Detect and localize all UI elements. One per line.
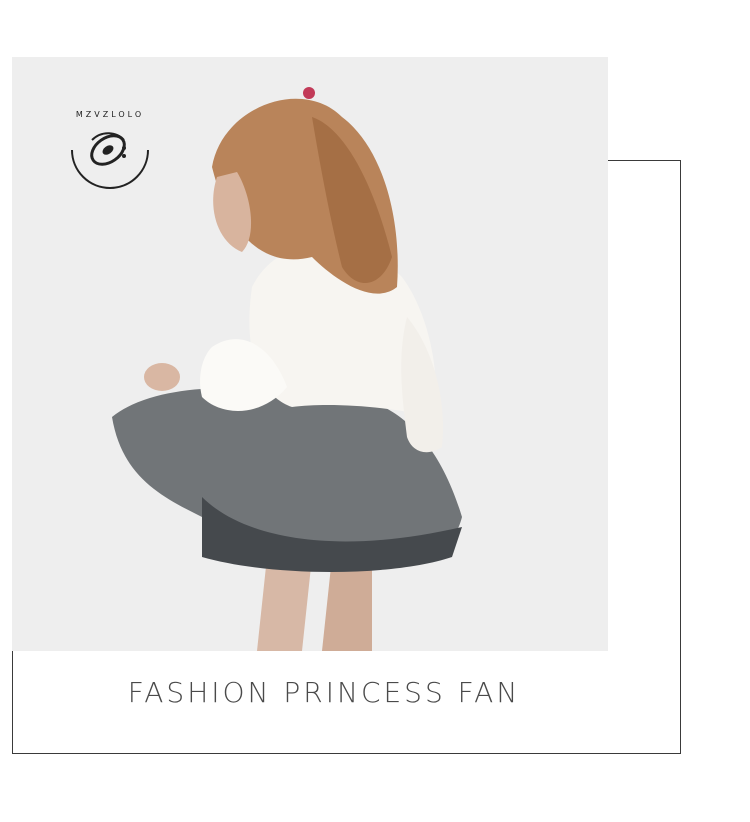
caption-text: FASHION PRINCESS FAN bbox=[127, 676, 521, 709]
logo-text: MZVZLOLO bbox=[75, 110, 145, 119]
brand-logo: MZVZLOLO bbox=[62, 110, 158, 190]
pacifier-logo-icon bbox=[71, 132, 149, 189]
